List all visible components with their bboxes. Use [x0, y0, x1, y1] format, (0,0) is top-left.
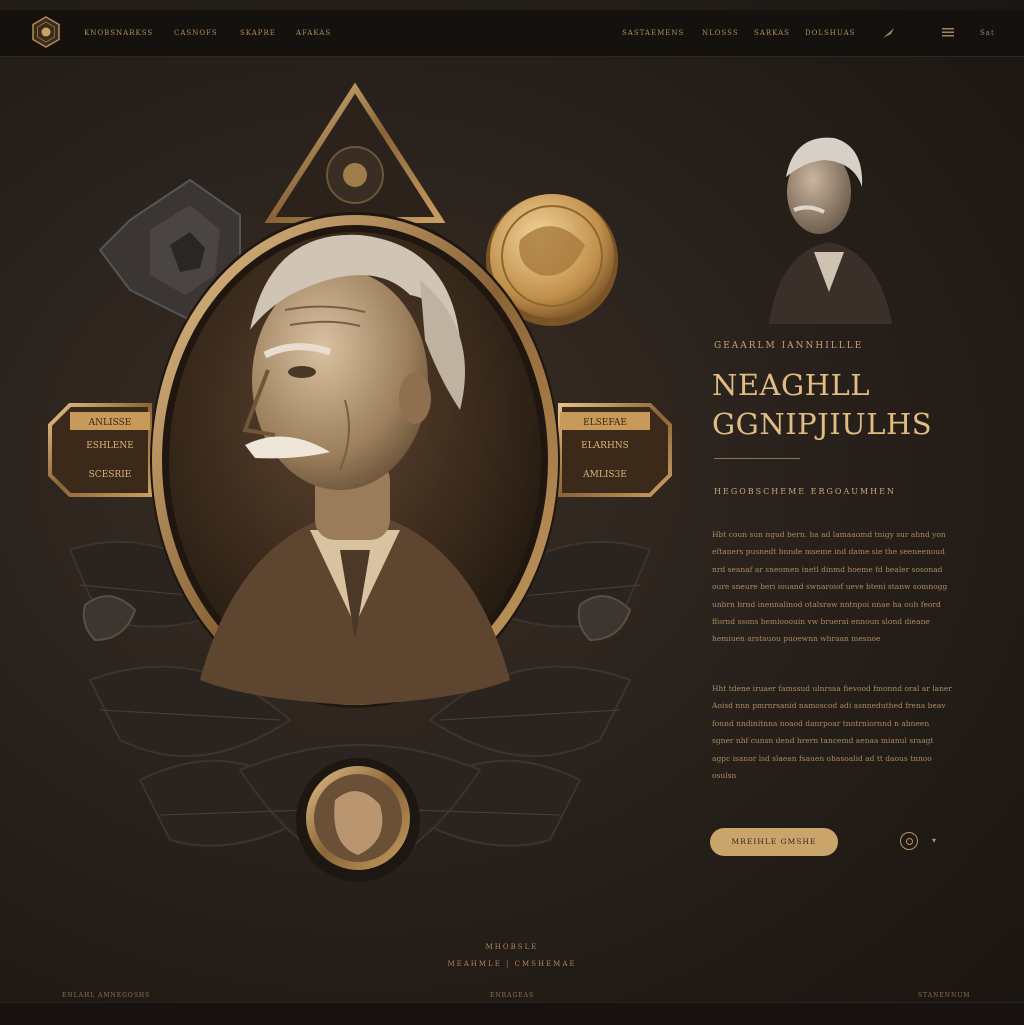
- footer-link-3[interactable]: ENRAGEAS: [490, 992, 534, 999]
- footer-link-4[interactable]: STANENNUM: [918, 992, 970, 999]
- page: KNOBSNARKSS CASNOFS SKAPRE AFAKAS SASTAE…: [0, 0, 1024, 1025]
- nav-link-5[interactable]: SASTAEMENS: [622, 29, 684, 37]
- footer-bar: [0, 1002, 1024, 1025]
- nav-link-2[interactable]: CASNOFS: [174, 29, 218, 37]
- nav-link-6[interactable]: NLOSSS: [702, 29, 739, 37]
- nav-link-3[interactable]: SKAPRE: [240, 29, 276, 37]
- banner-right-3: AMLIS3E: [582, 470, 627, 480]
- nav-link-8[interactable]: DOLSHUAS: [805, 29, 855, 37]
- hero-paragraph-1: Hbt coun sun ngud bern. ha ad lamaaomd t…: [712, 530, 948, 644]
- search-link[interactable]: Sat: [980, 29, 995, 37]
- footer-link-1[interactable]: ENLAHL: [62, 992, 95, 999]
- hero-title-line1: NEAGHLL: [712, 368, 870, 402]
- footer-line-2: MEAHMLE | CMSHEMAE: [447, 960, 577, 968]
- top-navigation: KNOBSNARKSS CASNOFS SKAPRE AFAKAS SASTAE…: [0, 10, 1024, 57]
- hero-title: NEAGHLL GGNIPJIULHS: [712, 366, 932, 444]
- hero-title-line2: GGNIPJIULHS: [712, 407, 933, 441]
- banner-right-2: ELARHNS: [581, 441, 629, 451]
- portrait-thumbnail: [769, 137, 892, 324]
- chevron-down-icon[interactable]: ▾: [932, 836, 936, 845]
- cta-button[interactable]: MREIHLE GMSHE: [710, 828, 838, 856]
- menu-icon[interactable]: [942, 28, 954, 37]
- hero-subtitle: HEGOBSCHEME ERGOAUMHEN: [714, 487, 896, 496]
- logo-icon[interactable]: [30, 16, 62, 48]
- banner-right-1: ELSEFAE: [583, 418, 627, 428]
- title-divider: [714, 458, 800, 459]
- portrait-medallion-artwork: ANLISSE ESHLENE SCESRIE ELSEFAE ELARHNS …: [48, 82, 672, 882]
- nav-link-4[interactable]: AFAKAS: [296, 29, 331, 37]
- footer-line-1: MHOBSLE: [485, 943, 539, 951]
- banner-left-1: ANLISSE: [88, 418, 132, 428]
- banner-left-3: SCESRIE: [89, 470, 132, 480]
- nav-link-1[interactable]: KNOBSNARKSS: [84, 29, 153, 37]
- nav-link-7[interactable]: SARKAS: [754, 29, 790, 37]
- play-icon[interactable]: [900, 832, 918, 850]
- hero-eyebrow: GEAARLM IANNHILLLE: [714, 341, 864, 351]
- footer-link-2[interactable]: AMNEGOSHS: [98, 992, 150, 999]
- quill-icon[interactable]: [882, 27, 896, 39]
- hero-paragraph-2: Hht tdene iruaer famssud ulnrsaa fievood…: [712, 684, 952, 781]
- banner-left-2: ESHLENE: [86, 441, 134, 451]
